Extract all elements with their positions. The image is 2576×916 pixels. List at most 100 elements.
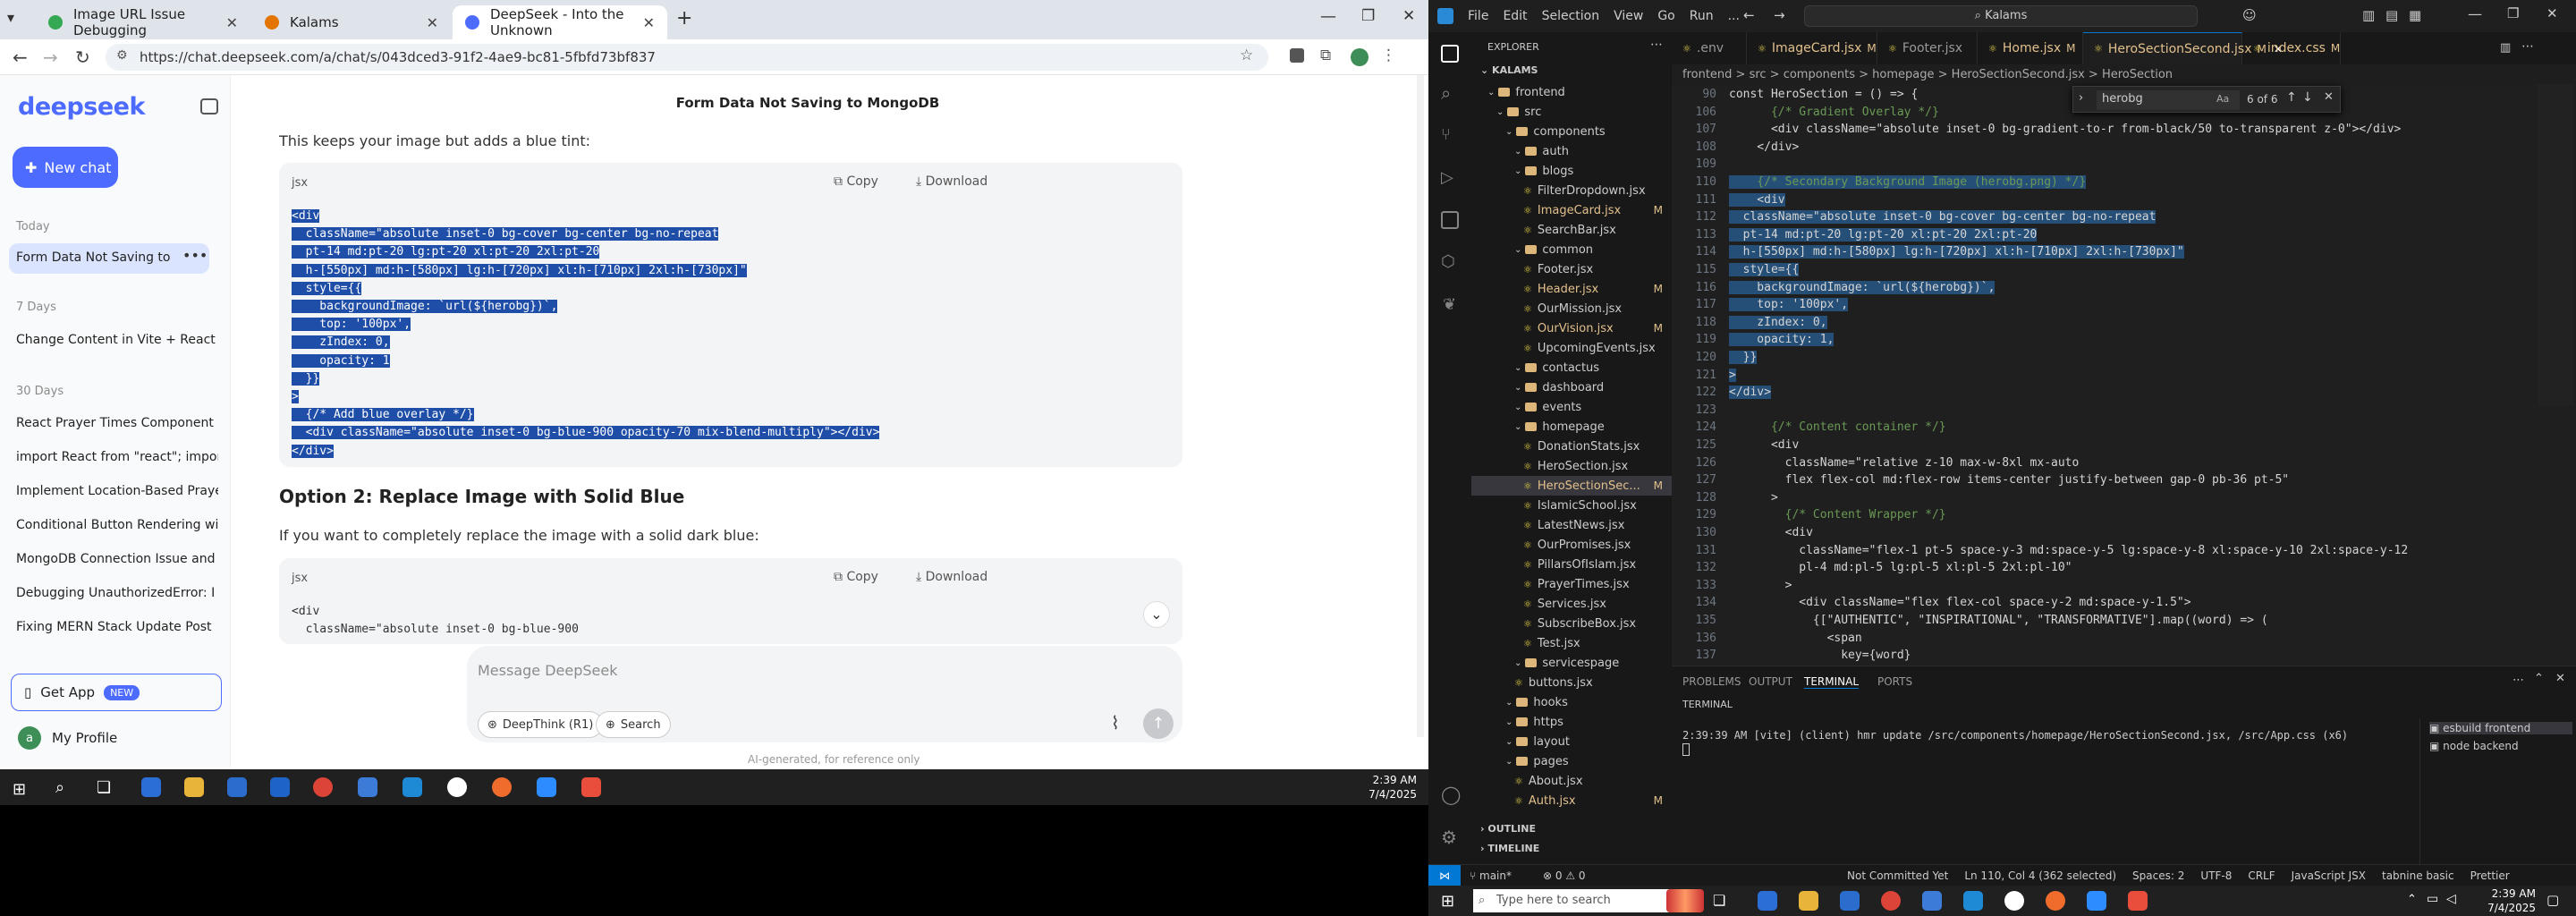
file-item[interactable]: ⚛ Services.jsx bbox=[1471, 594, 1672, 614]
search-icon[interactable]: ⌕ bbox=[55, 778, 64, 797]
problems-count[interactable]: ⊗ 0 ⚠ 0 bbox=[1543, 869, 1586, 882]
file-item[interactable]: ⚛ PrayerTimes.jsx bbox=[1471, 574, 1672, 594]
file-explorer-icon[interactable] bbox=[184, 777, 204, 797]
maximize-button[interactable]: ❐ bbox=[2507, 5, 2519, 21]
menu-item[interactable]: Run bbox=[1690, 9, 1714, 23]
message-input[interactable]: Message DeepSeek bbox=[478, 662, 617, 679]
copy-button[interactable]: ⧉ Copy bbox=[834, 570, 878, 584]
terminal-output[interactable]: 2:39:39 AM [vite] (client) hmr update /s… bbox=[1682, 729, 2407, 742]
status-item[interactable]: Not Committed Yet bbox=[1847, 869, 1948, 882]
vscode-taskbar-icon[interactable] bbox=[402, 777, 422, 797]
file-item[interactable]: ⚛ LatestNews.jsx bbox=[1471, 515, 1672, 535]
file-item[interactable]: ⚛ PillarsOfIslam.jsx bbox=[1471, 555, 1672, 574]
download-button[interactable]: ⤓ Download bbox=[916, 174, 987, 189]
url-input[interactable]: ⚙ https://chat.deepseek.com/a/chat/s/043… bbox=[106, 44, 1268, 71]
taskbar-search-input[interactable]: ⌕ Type here to search bbox=[1473, 889, 1674, 912]
vscode-alt-icon[interactable] bbox=[358, 777, 377, 797]
store-icon[interactable] bbox=[1840, 891, 1860, 911]
explorer-icon[interactable] bbox=[1441, 45, 1459, 63]
maximize-panel-icon[interactable]: ⌃ bbox=[2534, 672, 2544, 685]
more-options-icon[interactable]: ••• bbox=[182, 247, 208, 264]
history-item[interactable]: import React from "react"; impor bbox=[16, 450, 218, 464]
manage-gear-icon[interactable]: ⚙ bbox=[1441, 827, 1457, 848]
file-item[interactable]: ⚛ FilterDropdown.jsx bbox=[1471, 181, 1672, 200]
file-item[interactable]: ⚛ UpcomingEvents.jsx bbox=[1471, 338, 1672, 358]
clock[interactable]: 2:39 AM 7/4/2025 bbox=[2468, 886, 2536, 915]
file-item[interactable]: ⚛ IslamicSchool.jsx bbox=[1471, 496, 1672, 515]
folder-item[interactable]: ⌄ auth bbox=[1471, 141, 1672, 161]
file-item[interactable]: ⚛ Auth.jsx M bbox=[1471, 791, 1672, 810]
status-item[interactable]: JavaScript JSX bbox=[2292, 869, 2366, 882]
task-view-icon[interactable]: ❏ bbox=[97, 778, 111, 797]
panel-tab[interactable]: PORTS bbox=[1877, 675, 1912, 688]
vscode-taskbar-icon[interactable] bbox=[1963, 891, 1983, 911]
extensions-puzzle-icon[interactable]: ⧉ bbox=[1320, 47, 1331, 64]
window-close-button[interactable]: ✕ bbox=[1402, 7, 1415, 25]
minimize-button[interactable]: — bbox=[1320, 7, 1336, 26]
folder-item[interactable]: ⌄ common bbox=[1471, 240, 1672, 259]
download-button[interactable]: ⤓ Download bbox=[916, 570, 987, 584]
back-icon[interactable]: ← bbox=[1743, 7, 1755, 23]
panel-tab[interactable]: TERMINAL bbox=[1804, 675, 1860, 689]
minimap[interactable] bbox=[2538, 84, 2573, 406]
new-chat-button[interactable]: ✚ New chat bbox=[13, 147, 118, 188]
close-icon[interactable]: ✕ bbox=[643, 14, 655, 31]
folder-item[interactable]: ⌄ src bbox=[1471, 102, 1672, 122]
mail-icon[interactable] bbox=[270, 777, 290, 797]
folder-item[interactable]: ⌄ https bbox=[1471, 712, 1672, 732]
status-item[interactable]: Ln 110, Col 4 (362 selected) bbox=[1964, 869, 2116, 882]
file-item[interactable]: ⚛ OurVision.jsx M bbox=[1471, 318, 1672, 338]
mongodb-icon[interactable]: ❦ bbox=[1443, 295, 1456, 314]
history-item[interactable]: Conditional Button Rendering wi bbox=[16, 518, 218, 532]
notifications-icon[interactable]: ▢ bbox=[2546, 892, 2559, 908]
more-actions-icon[interactable]: ⋯ bbox=[2512, 674, 2524, 687]
account-icon[interactable]: ◯ bbox=[1441, 784, 1461, 805]
github-icon[interactable] bbox=[2004, 891, 2024, 911]
folder-item[interactable]: ⌄ events bbox=[1471, 397, 1672, 417]
match-case-icon[interactable]: Aa bbox=[2216, 93, 2229, 105]
menu-item[interactable]: Go bbox=[1657, 9, 1674, 23]
tab-search-icon[interactable]: ▾ bbox=[7, 9, 14, 26]
file-item[interactable]: ⚛ HeroSection.jsx bbox=[1471, 456, 1672, 476]
code-editor[interactable]: 90 const HeroSection = () => {106 {/* Gra… bbox=[1672, 84, 2576, 680]
folder-item[interactable]: ⌄ pages bbox=[1471, 751, 1672, 771]
workspace-root[interactable]: ⌄ KALAMS bbox=[1480, 64, 1538, 76]
remote-icon[interactable]: ⬡ bbox=[1441, 252, 1455, 271]
deepseek-logo[interactable]: deepseek bbox=[18, 93, 145, 121]
history-item[interactable]: Change Content in Vite + React bbox=[16, 333, 218, 347]
deepthink-button[interactable]: ⊛ DeepThink (R1) bbox=[478, 711, 604, 738]
history-item[interactable]: MongoDB Connection Issue and bbox=[16, 552, 218, 566]
github-icon[interactable] bbox=[447, 777, 467, 797]
editor-tab[interactable]: ⚛ Home.jsx M bbox=[1978, 32, 2083, 64]
editor-tab[interactable]: ⚛ .env bbox=[1672, 32, 1747, 64]
chrome-menu-icon[interactable]: ⋮ bbox=[1381, 47, 1396, 64]
zoom-icon[interactable] bbox=[2087, 891, 2106, 911]
attach-icon[interactable]: ⌇ bbox=[1111, 712, 1120, 734]
close-icon[interactable]: ✕ bbox=[226, 14, 238, 31]
folder-item[interactable]: ⌄ contactus bbox=[1471, 358, 1672, 377]
maximize-button[interactable]: ❐ bbox=[1361, 7, 1375, 25]
folder-item[interactable]: ⌄ frontend bbox=[1471, 82, 1672, 102]
my-profile-button[interactable]: a My Profile bbox=[18, 726, 117, 750]
postman-icon[interactable] bbox=[492, 777, 512, 797]
file-item[interactable]: ⚛ Header.jsx M bbox=[1471, 279, 1672, 299]
chevron-right-icon[interactable]: › bbox=[2079, 91, 2083, 105]
search-icon[interactable]: ⌕ bbox=[1441, 82, 1451, 104]
folder-item[interactable]: ⌄ hooks bbox=[1471, 692, 1672, 712]
file-item[interactable]: ⚛ buttons.jsx bbox=[1471, 673, 1672, 692]
editor-tab[interactable]: ⚛ Footer.jsx bbox=[1877, 32, 1978, 64]
file-item[interactable]: ⚛ SearchBar.jsx bbox=[1471, 220, 1672, 240]
menu-item[interactable]: ... bbox=[1728, 9, 1740, 23]
edge-icon[interactable] bbox=[141, 777, 161, 797]
panel-tab[interactable]: PROBLEMS bbox=[1682, 675, 1741, 688]
split-editor-icon[interactable]: ▥ bbox=[2500, 41, 2511, 55]
forward-icon[interactable]: → bbox=[43, 47, 58, 68]
vscode-alt-icon[interactable] bbox=[1922, 891, 1942, 911]
history-item[interactable]: Debugging UnauthorizedError: I bbox=[16, 586, 218, 600]
edge-icon[interactable] bbox=[1758, 891, 1777, 911]
file-item[interactable]: ⚛ SubscribeBox.jsx bbox=[1471, 614, 1672, 633]
outline-section[interactable]: › OUTLINE bbox=[1480, 823, 1536, 835]
history-item[interactable]: Form Data Not Saving to M bbox=[16, 250, 172, 265]
timeline-section[interactable]: › TIMELINE bbox=[1480, 843, 1539, 854]
extension-icon[interactable] bbox=[1290, 48, 1304, 63]
